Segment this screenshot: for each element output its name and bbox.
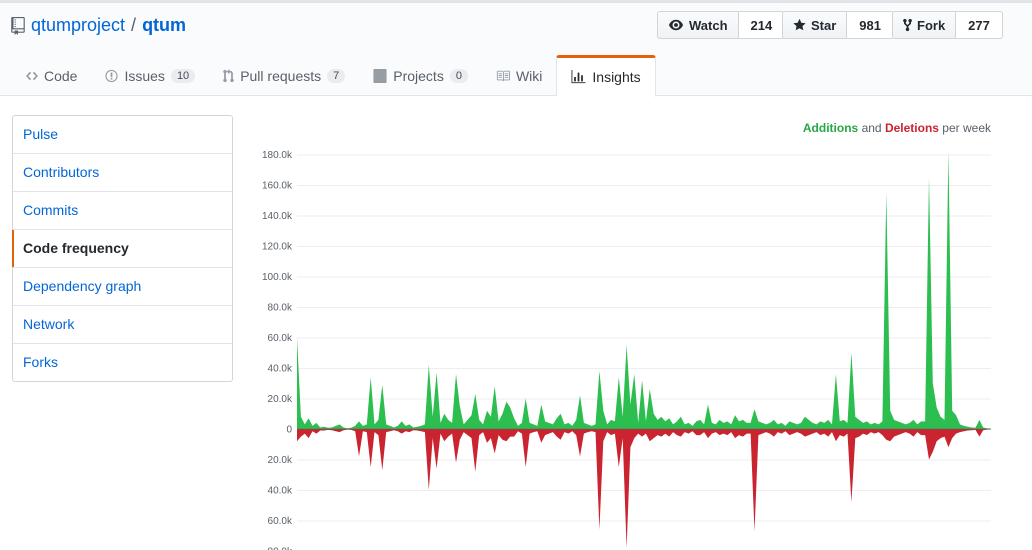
y-tick-label: 60.0k	[268, 333, 293, 344]
star-button[interactable]: Star	[782, 11, 848, 39]
fork-label: Fork	[917, 17, 946, 33]
pull-requests-count-badge: 7	[327, 69, 346, 83]
book-icon	[496, 70, 510, 82]
star-count[interactable]: 981	[847, 11, 894, 39]
tab-wiki-label: Wiki	[515, 68, 543, 84]
pull-request-icon	[223, 69, 234, 83]
sidebar-item-contributors[interactable]: Contributors	[13, 154, 232, 192]
fork-button[interactable]: Fork	[892, 11, 957, 39]
y-tick-label: 20.0k	[268, 394, 293, 405]
fork-group: Fork 277	[892, 11, 1003, 39]
legend-deletions: Deletions	[884, 121, 939, 135]
issues-count-badge: 10	[170, 69, 196, 83]
project-icon	[373, 69, 387, 83]
fork-icon	[903, 18, 912, 32]
y-tick-label: 40.0k	[268, 486, 293, 497]
tab-pull-requests[interactable]: Pull requests 7	[209, 56, 359, 96]
tab-insights-label: Insights	[592, 69, 641, 85]
watch-group: Watch 214	[657, 11, 786, 39]
y-tick-label: 0	[286, 425, 292, 436]
sidebar-item-pulse[interactable]: Pulse	[13, 116, 232, 154]
repo-nav: Code Issues 10 Pull requests 7 Projects …	[12, 55, 656, 98]
tab-issues-label: Issues	[124, 68, 165, 84]
tab-projects-label: Projects	[393, 68, 444, 84]
star-label: Star	[811, 17, 837, 33]
fork-count[interactable]: 277	[956, 11, 1003, 39]
projects-count-badge: 0	[449, 69, 468, 83]
y-tick-label: 180.0k	[262, 150, 293, 161]
code-frequency-chart: 180.0k 160.0k 140.0k 120.0k 100.0k 80.0k 60.0k…	[262, 150, 991, 550]
legend-suffix: per week	[942, 121, 991, 135]
repo-owner-link[interactable]: qtumproject	[31, 15, 125, 36]
y-tick-label: 160.0k	[262, 181, 293, 192]
y-tick-label: 60.0k	[268, 516, 293, 527]
tab-wiki[interactable]: Wiki	[482, 56, 556, 96]
repo-name-link[interactable]: qtum	[142, 15, 186, 36]
watch-button[interactable]: Watch	[657, 11, 739, 39]
sidebar-item-dependency-graph[interactable]: Dependency graph	[13, 268, 232, 306]
issue-icon	[105, 69, 119, 83]
repo-title: qtumproject / qtum	[11, 15, 186, 36]
tab-code-label: Code	[44, 68, 78, 84]
repo-header: qtumproject / qtum Watch 214 Star 981 Fo…	[0, 3, 1032, 98]
repo-icon	[11, 16, 25, 35]
deletions-area	[297, 429, 991, 548]
insights-sidebar: Pulse Contributors Commits Code frequenc…	[12, 115, 233, 382]
y-tick-label: 80.0k	[268, 303, 293, 314]
repo-separator: /	[131, 15, 137, 35]
chart-legend: Additions and Deletions per week	[803, 121, 991, 135]
y-tick-label: 80.0k	[268, 547, 293, 550]
code-icon	[26, 71, 38, 81]
sidebar-item-forks[interactable]: Forks	[13, 344, 232, 381]
legend-additions: Additions	[802, 121, 859, 135]
sidebar-item-code-frequency[interactable]: Code frequency	[12, 230, 232, 268]
eye-icon	[669, 19, 683, 31]
star-group: Star 981	[782, 11, 894, 39]
watch-label: Watch	[689, 17, 728, 33]
y-tick-label: 20.0k	[268, 455, 293, 466]
tab-code[interactable]: Code	[12, 56, 91, 96]
sidebar-item-network[interactable]: Network	[13, 306, 232, 344]
legend-and: and	[861, 121, 882, 135]
tab-issues[interactable]: Issues 10	[91, 56, 209, 96]
graph-icon	[571, 70, 586, 84]
watch-count[interactable]: 214	[738, 11, 786, 39]
y-tick-label: 140.0k	[262, 211, 293, 222]
tab-insights[interactable]: Insights	[556, 55, 656, 97]
y-tick-label: 100.0k	[262, 272, 293, 283]
y-tick-label: 40.0k	[268, 364, 293, 375]
additions-area	[297, 151, 991, 429]
y-tick-label: 120.0k	[262, 242, 293, 253]
tab-projects[interactable]: Projects 0	[359, 56, 482, 96]
sidebar-item-commits[interactable]: Commits	[13, 192, 232, 230]
star-icon	[793, 18, 806, 31]
tab-pull-requests-label: Pull requests	[240, 68, 322, 84]
